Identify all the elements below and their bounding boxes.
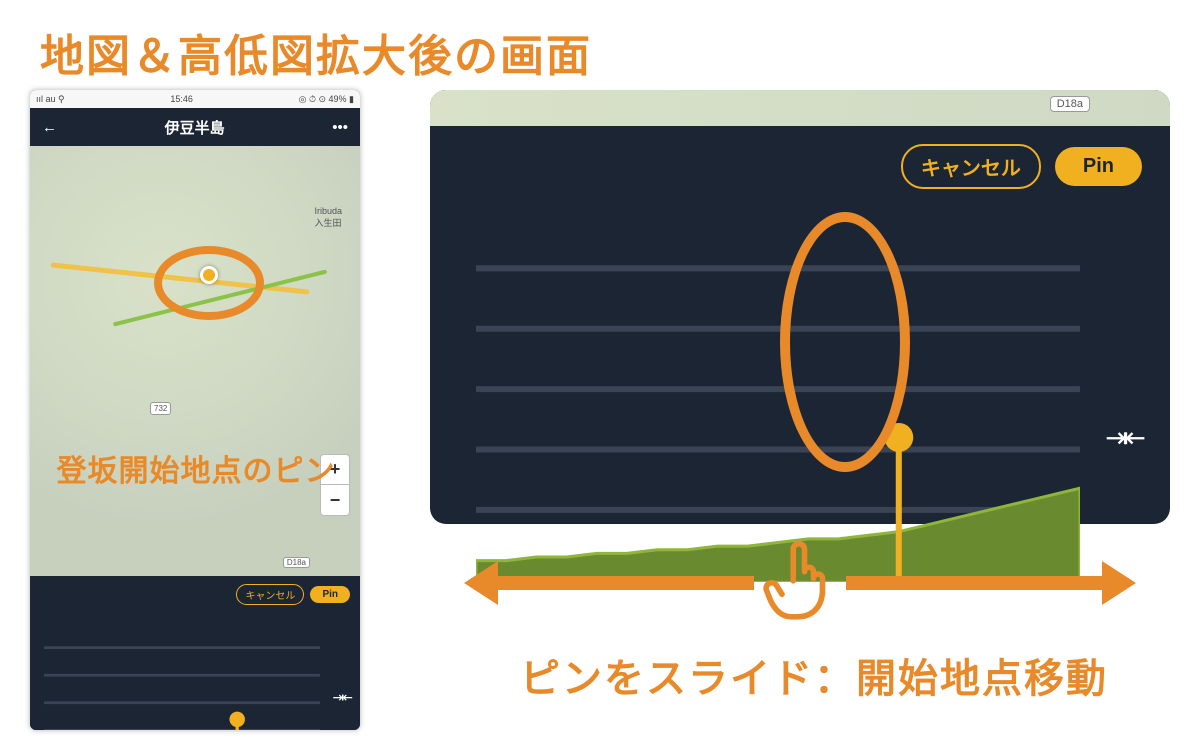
phone-mockup: ııl au ⚲ 15:46 ◎ ⏱ ⊙ 49% ▮ ← 伊豆半島 ••• Ir…	[30, 90, 360, 730]
arrow-left-icon	[494, 576, 754, 590]
zoomed-elevation-panel: D18a キャンセル Pin ⇥⇤	[430, 90, 1170, 524]
nav-title: 伊豆半島	[165, 117, 225, 138]
status-right: ◎ ⏱ ⊙ 49% ▮	[299, 94, 354, 105]
collapse-icon[interactable]: ⇥⇤	[333, 689, 350, 706]
phone-elevation-panel: キャンセル Pin ⇥⇤	[30, 576, 360, 730]
back-icon[interactable]: ←	[42, 119, 57, 136]
pin-button[interactable]: Pin	[1055, 147, 1142, 186]
status-time: 15:46	[170, 94, 193, 104]
map-route-line	[113, 269, 327, 326]
hand-pointer-icon	[760, 538, 840, 628]
page-title: 地図＆高低図拡大後の画面	[40, 20, 592, 84]
map-road-number-badge: 732	[150, 402, 171, 415]
map-area[interactable]: Iribuda 入生田 732 D18a + − 登坂開始地点のピン	[30, 146, 360, 576]
app-nav-bar: ← 伊豆半島 •••	[30, 108, 360, 146]
cancel-button[interactable]: キャンセル	[901, 144, 1041, 189]
status-bar: ııl au ⚲ 15:46 ◎ ⏱ ⊙ 49% ▮	[30, 90, 360, 108]
annotation-label-map-pin: 登坂開始地点のピン	[30, 446, 360, 490]
more-icon[interactable]: •••	[332, 119, 348, 136]
map-road-badge-d18a: D18a	[283, 557, 310, 568]
map-strip: D18a	[430, 90, 1170, 126]
pin-button[interactable]: Pin	[310, 586, 350, 603]
pin-handle[interactable]	[229, 712, 244, 727]
collapse-icon[interactable]: ⇥⇤	[1105, 421, 1140, 454]
status-left: ııl au ⚲	[36, 94, 65, 105]
annotation-label-slide: ピンをスライド：開始地点移動	[520, 646, 1108, 704]
cancel-button[interactable]: キャンセル	[236, 584, 304, 605]
arrow-right-icon	[846, 576, 1106, 590]
annotation-slide-gesture	[430, 528, 1170, 638]
map-start-pin[interactable]	[200, 266, 218, 284]
map-place-label: Iribuda 入生田	[314, 206, 342, 229]
map-road-badge-d18a: D18a	[1050, 96, 1090, 112]
map-road-highlight	[50, 262, 309, 294]
pin-handle[interactable]	[884, 423, 913, 452]
elevation-chart-small[interactable]	[44, 620, 320, 730]
